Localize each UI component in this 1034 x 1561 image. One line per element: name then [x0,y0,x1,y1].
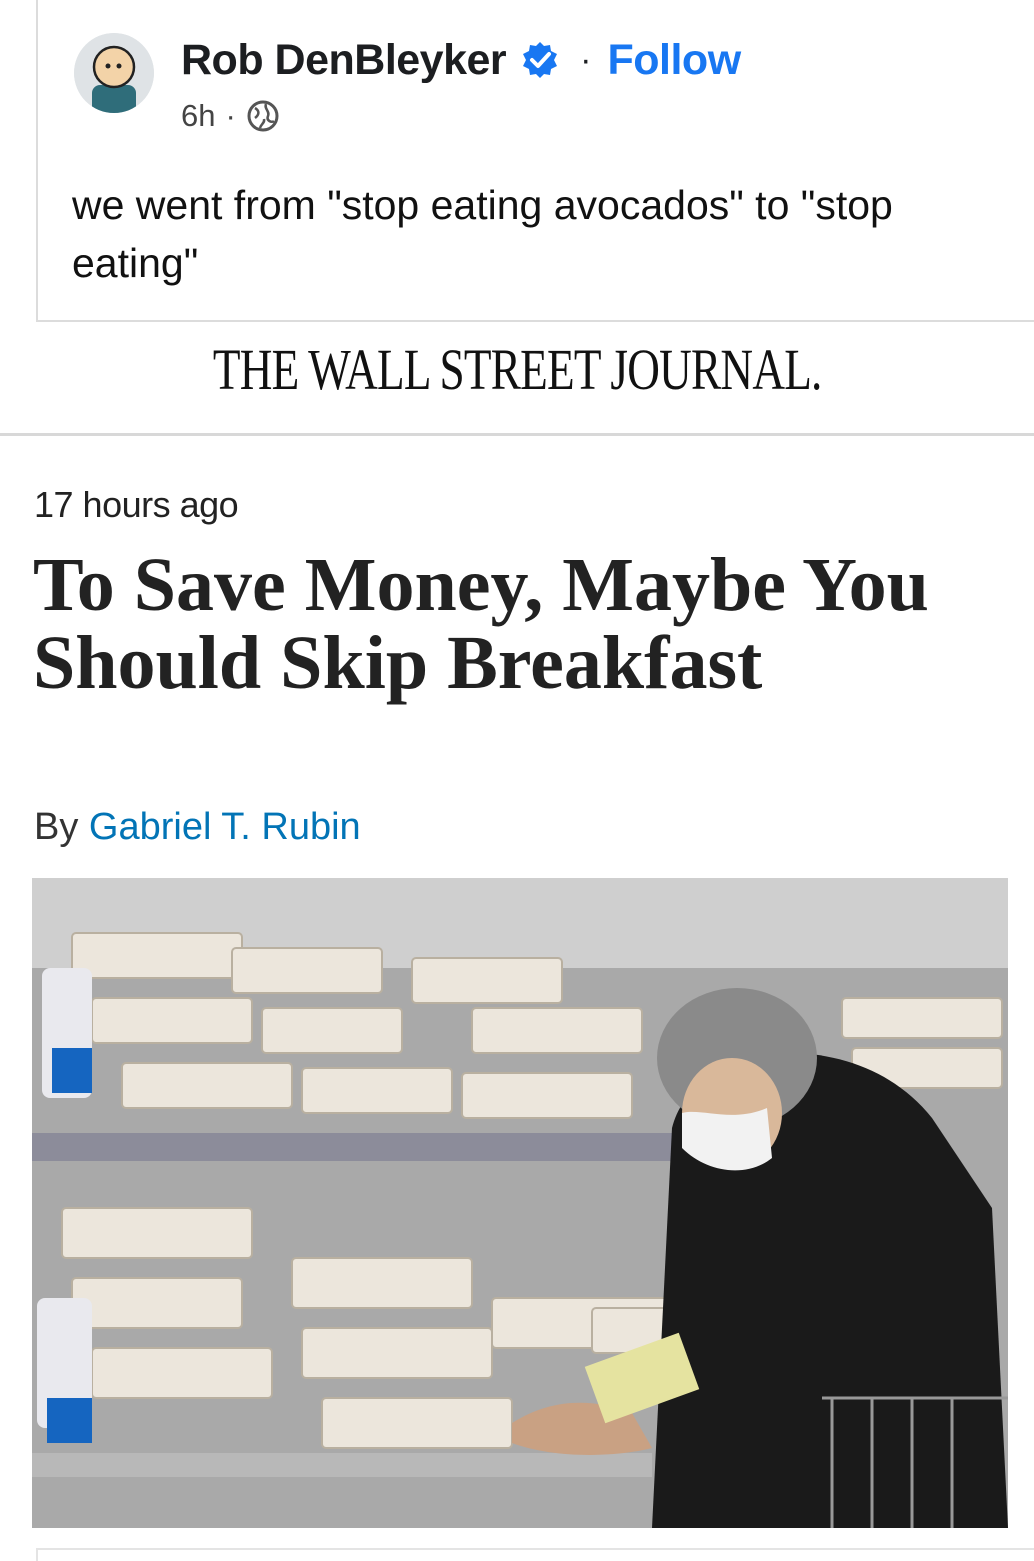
post-text: we went from "stop eating avocados" to "… [72,182,893,286]
globe-icon[interactable] [246,99,280,133]
grocery-egg-shelf-image [32,878,1008,1528]
article-byline: By Gabriel T. Rubin [34,806,361,849]
article-headline[interactable]: To Save Money, Maybe You Should Skip Bre… [33,546,993,702]
article-timestamp: 17 hours ago [34,484,239,525]
article-photo[interactable] [32,878,1008,1528]
byline-author-link[interactable]: Gabriel T. Rubin [89,806,361,848]
publication-logo: THE WALL STREET JOURNAL. [212,337,823,402]
follow-button[interactable]: Follow [608,36,742,85]
publication-header: THE WALL STREET JOURNAL. [0,322,1034,436]
post-meta: 6h · [181,98,280,134]
author-name[interactable]: Rob DenBleyker [181,36,507,85]
separator-dot: · [580,40,592,79]
post-time[interactable]: 6h [181,98,215,134]
avatar-cartoon-icon [74,33,154,113]
next-card-edge [36,1548,1034,1561]
byline-prefix: By [34,806,89,848]
author-row: Rob DenBleyker · Follow [181,34,741,86]
author-avatar[interactable] [74,33,154,113]
meta-dot: · [225,98,236,133]
verified-badge-icon [520,40,560,80]
